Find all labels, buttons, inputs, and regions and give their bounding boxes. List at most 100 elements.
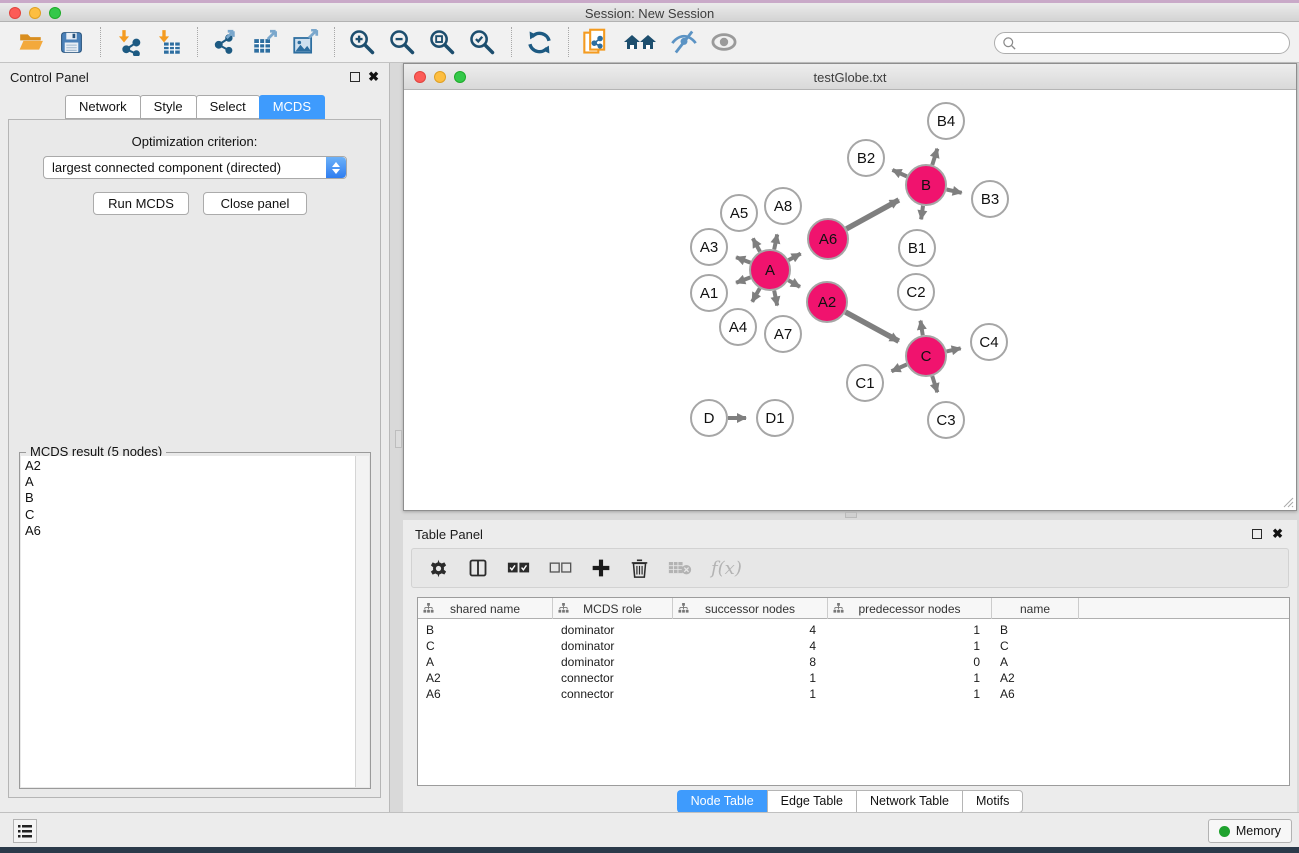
mcds-result-item[interactable]: B xyxy=(25,490,355,506)
table-cell[interactable]: connector xyxy=(553,686,673,702)
network-window-titlebar[interactable]: testGlobe.txt xyxy=(404,64,1296,90)
search-input[interactable] xyxy=(1017,36,1267,50)
edge-B-B4[interactable] xyxy=(932,149,937,165)
tab-select[interactable]: Select xyxy=(196,95,260,119)
tab-node-table[interactable]: Node Table xyxy=(677,790,767,813)
task-history-button[interactable] xyxy=(13,819,37,843)
panel-splitter-handle[interactable] xyxy=(395,430,402,448)
edge-C-C3[interactable] xyxy=(932,376,937,392)
table-row[interactable]: Adominator80A xyxy=(418,654,1289,670)
close-table-panel-icon[interactable]: ✖ xyxy=(1272,526,1283,542)
table-cell[interactable]: A2 xyxy=(418,670,553,686)
edge-A2-C[interactable] xyxy=(845,312,898,341)
column-header-successor-nodes[interactable]: successor nodes xyxy=(673,598,828,619)
mcds-result-item[interactable]: C xyxy=(25,507,355,523)
table-cell[interactable]: 4 xyxy=(673,622,828,638)
mcds-result-item[interactable]: A6 xyxy=(25,523,355,539)
tab-motifs[interactable]: Motifs xyxy=(962,790,1023,813)
tab-style[interactable]: Style xyxy=(140,95,197,119)
new-network-from-selection-button[interactable] xyxy=(581,27,611,57)
delete-button[interactable] xyxy=(630,556,649,580)
edge-A-A4[interactable] xyxy=(752,288,760,301)
table-cell[interactable]: A xyxy=(992,654,1079,670)
table-row[interactable]: A2connector11A2 xyxy=(418,670,1289,686)
edge-C-C2[interactable] xyxy=(920,321,922,336)
column-header-predecessor-nodes[interactable]: predecessor nodes xyxy=(828,598,992,619)
edge-A-A6[interactable] xyxy=(789,254,801,260)
table-cell[interactable]: C xyxy=(992,638,1079,654)
table-row[interactable]: Cdominator41C xyxy=(418,638,1289,654)
edge-B-B2[interactable] xyxy=(892,170,906,176)
table-cell[interactable]: dominator xyxy=(553,622,673,638)
edge-A-A2[interactable] xyxy=(788,280,800,287)
tab-network-table[interactable]: Network Table xyxy=(856,790,962,813)
save-session-button[interactable] xyxy=(56,27,86,57)
table-cell[interactable]: A2 xyxy=(992,670,1079,686)
import-table-button[interactable] xyxy=(153,27,183,57)
result-scrollbar[interactable] xyxy=(356,456,369,787)
table-cell[interactable]: 1 xyxy=(828,622,992,638)
zoom-out-button[interactable] xyxy=(387,27,417,57)
edge-A-A5[interactable] xyxy=(753,238,760,251)
first-neighbors-button[interactable] xyxy=(621,27,659,57)
gear-button[interactable] xyxy=(428,556,449,580)
table-cell[interactable]: 1 xyxy=(673,686,828,702)
select-all-button[interactable] xyxy=(507,556,530,580)
criterion-dropdown[interactable]: largest connected component (directed) xyxy=(43,156,347,179)
edge-B-B1[interactable] xyxy=(921,206,923,220)
edge-C-C4[interactable] xyxy=(946,348,960,351)
splitter-handle[interactable] xyxy=(845,512,857,518)
show-all-button[interactable] xyxy=(709,27,739,57)
deselect-all-button[interactable] xyxy=(549,556,572,580)
close-panel-button[interactable]: Close panel xyxy=(203,192,307,215)
table-cell[interactable]: B xyxy=(418,622,553,638)
tab-network[interactable]: Network xyxy=(65,95,141,119)
float-table-panel-icon[interactable] xyxy=(1252,529,1262,539)
memory-button[interactable]: Memory xyxy=(1208,819,1292,843)
column-button[interactable] xyxy=(468,556,488,580)
table-cell[interactable]: connector xyxy=(553,670,673,686)
table-cell[interactable]: 1 xyxy=(828,686,992,702)
tab-mcds[interactable]: MCDS xyxy=(259,95,325,119)
edge-B-B3[interactable] xyxy=(947,189,962,192)
edge-C-C1[interactable] xyxy=(892,364,907,371)
edge-A-A8[interactable] xyxy=(774,234,777,249)
table-cell[interactable]: B xyxy=(992,622,1079,638)
table-cell[interactable]: 1 xyxy=(828,638,992,654)
edge-A6-B[interactable] xyxy=(846,200,898,229)
function-button[interactable]: f(x) xyxy=(711,556,742,580)
table-cell[interactable]: dominator xyxy=(553,638,673,654)
add-button[interactable] xyxy=(591,556,611,580)
edge-A-A1[interactable] xyxy=(736,277,750,282)
open-file-button[interactable] xyxy=(16,27,46,57)
mcds-result-list[interactable]: A2ABCA6 xyxy=(21,456,356,787)
table-row[interactable]: A6connector11A6 xyxy=(418,686,1289,702)
refresh-layout-button[interactable] xyxy=(524,27,554,57)
zoom-in-button[interactable] xyxy=(347,27,377,57)
import-network-button[interactable] xyxy=(113,27,143,57)
table-cell[interactable]: 8 xyxy=(673,654,828,670)
export-table-button[interactable] xyxy=(250,27,280,57)
zoom-fit-button[interactable] xyxy=(427,27,457,57)
table-row[interactable]: Bdominator41B xyxy=(418,622,1289,638)
table-cell[interactable]: dominator xyxy=(553,654,673,670)
table-cell[interactable]: 4 xyxy=(673,638,828,654)
column-header-mcds-role[interactable]: MCDS role xyxy=(553,598,673,619)
table-cell[interactable]: A6 xyxy=(418,686,553,702)
table-cell[interactable]: 0 xyxy=(828,654,992,670)
table-cell[interactable]: A xyxy=(418,654,553,670)
network-canvas[interactable]: A5A8A3AA1A4A7A6A2B2B4BB3B1C2CC4C1C3DD1 xyxy=(404,90,1296,510)
table-cell[interactable]: 1 xyxy=(673,670,828,686)
hide-selected-button[interactable] xyxy=(669,27,699,57)
close-panel-icon[interactable]: ✖ xyxy=(368,69,379,85)
zoom-selected-button[interactable] xyxy=(467,27,497,57)
run-mcds-button[interactable]: Run MCDS xyxy=(93,192,189,215)
float-panel-icon[interactable] xyxy=(350,72,360,82)
export-network-button[interactable] xyxy=(210,27,240,57)
edge-A-A7[interactable] xyxy=(774,291,777,306)
export-image-button[interactable] xyxy=(290,27,320,57)
search-field[interactable] xyxy=(994,32,1290,54)
column-header-shared-name[interactable]: shared name xyxy=(418,598,553,619)
mcds-result-item[interactable]: A xyxy=(25,474,355,490)
table-cell[interactable]: A6 xyxy=(992,686,1079,702)
